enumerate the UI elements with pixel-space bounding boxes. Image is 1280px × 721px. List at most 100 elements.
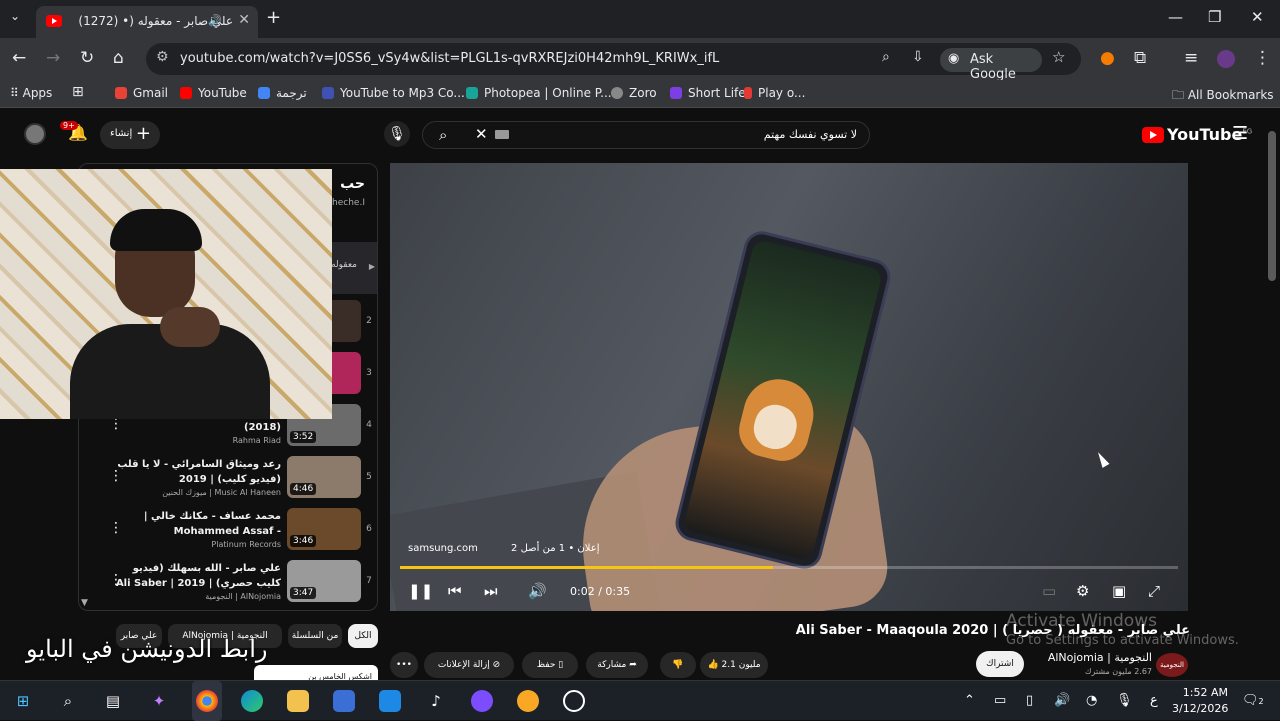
microphone-tray-icon[interactable]: 🎙 [1116, 693, 1133, 708]
scroll-down-arrow-icon[interactable]: ▼ [81, 598, 88, 608]
like-button[interactable]: 👍 2.1 مليون [700, 652, 768, 678]
playlist-item[interactable]: 7 3:47 علي صابر - الله بسهلك (فيديو كليب… [79, 558, 377, 610]
ad-site-link[interactable]: samsung.com [408, 543, 478, 554]
previous-icon[interactable]: ⏮ [448, 582, 462, 600]
tab-close-icon[interactable]: ✕ [238, 12, 250, 28]
site-info-icon[interactable]: ⚙ [156, 49, 169, 65]
remove-ads-button[interactable]: إزالة الإعلانات ⊘ [424, 652, 514, 678]
file-explorer-icon[interactable] [287, 690, 309, 712]
save-button[interactable]: حفظ ▯ [522, 652, 578, 678]
more-options-icon[interactable]: ⋮ [109, 520, 123, 536]
playlist-item-title[interactable]: رعد وميثاق السامرائي - لا يا قلب (فيديو … [113, 457, 281, 487]
notifications-bell-icon[interactable]: 🔔 9+ [60, 121, 88, 142]
tiktok-icon[interactable]: ♪ [425, 690, 447, 712]
dislike-button[interactable]: 👎 [660, 652, 696, 678]
video-thumbnail[interactable]: 3:46 [287, 508, 361, 550]
minimize-button[interactable]: — [1168, 8, 1183, 26]
device-icon[interactable]: ▯ [1026, 693, 1033, 708]
ask-google-button[interactable]: ◉ Ask Google [940, 48, 1042, 82]
pause-icon[interactable]: ❚❚ [408, 582, 433, 600]
search-icon[interactable]: ⌕ [439, 126, 447, 144]
url-text[interactable]: youtube.com/watch?v=J0SS6_vSy4w&list=PLG… [180, 51, 719, 66]
all-bookmarks[interactable]: 🗀 All Bookmarks [1172, 86, 1274, 107]
page-scrollbar[interactable] [1268, 131, 1276, 281]
playlist-item[interactable]: 5 4:46 رعد وميثاق السامرائي - لا يا قلب … [79, 454, 377, 506]
channel-name[interactable]: النجومية | AlNojomia [1040, 651, 1152, 664]
forward-arrow-icon[interactable]: → [46, 48, 60, 68]
channel-avatar[interactable]: النجومية [1156, 653, 1188, 677]
reload-icon[interactable]: ↻ [80, 48, 94, 68]
clear-search-icon[interactable]: ✕ [475, 125, 488, 143]
speaker-tray-icon[interactable]: 🔊 [1054, 693, 1070, 708]
extension-orange-icon[interactable]: ● [1100, 48, 1115, 68]
notification-center-icon[interactable]: 🗨2 [1242, 693, 1264, 708]
media-control-icon[interactable]: ≡ [1184, 48, 1198, 68]
fullscreen-icon[interactable]: ⤢ [1148, 582, 1160, 600]
tab-search-button[interactable]: ⌄ [10, 9, 20, 23]
more-actions-button[interactable]: ••• [390, 652, 418, 678]
zoom-icon[interactable]: ⌕ [882, 49, 890, 65]
tab-grid-icon[interactable]: ⊞ [72, 84, 84, 100]
next-icon[interactable]: ⏭ [484, 582, 498, 600]
back-arrow-icon[interactable]: ← [12, 48, 26, 68]
playlist-title[interactable]: حب [340, 176, 365, 192]
task-view-icon[interactable]: ▤ [102, 690, 124, 712]
show-hidden-icons-chevron[interactable]: ⌃ [964, 693, 975, 708]
search-taskbar-icon[interactable]: ⌕ [57, 690, 79, 712]
maximize-button[interactable]: ❐ [1208, 8, 1221, 26]
recorder-icon[interactable] [563, 690, 585, 712]
playlist-item-title[interactable]: محمد عساف - مكانك خالي | Mohammed Assaf … [113, 509, 281, 539]
chip-all[interactable]: الكل [348, 624, 378, 648]
recommended-snippet[interactable]: اشكس الخامس بن [254, 665, 378, 680]
bookmark-short-life[interactable]: Short Life [670, 86, 746, 100]
create-button[interactable]: إنشاء + [100, 121, 160, 149]
video-thumbnail[interactable]: 4:46 [287, 456, 361, 498]
media-app-icon[interactable] [471, 690, 493, 712]
install-icon[interactable]: ⇩ [912, 49, 924, 65]
chip-from-series[interactable]: من السلسلة [288, 624, 342, 648]
bookmark-yt-mp3[interactable]: YouTube to Mp3 Co... [322, 86, 465, 100]
bookmark-photopea[interactable]: Photopea | Online P... [466, 86, 612, 100]
mail-icon[interactable] [379, 690, 401, 712]
progress-bar[interactable] [400, 566, 1178, 569]
bookmark-translate[interactable]: ترجمة [258, 86, 307, 100]
home-icon[interactable]: ⌂ [113, 48, 124, 68]
windows-start-icon[interactable]: ⊞ [12, 690, 34, 712]
search-input[interactable]: لا تسوي نفسك مهتم [764, 128, 857, 141]
apps-bookmark[interactable]: ⠿ Apps [10, 86, 52, 100]
bookmark-youtube[interactable]: YouTube [180, 86, 247, 100]
close-window-button[interactable]: ✕ [1251, 8, 1264, 26]
system-clock[interactable]: 1:52 AM 3/12/2026 [1172, 685, 1228, 717]
video-thumbnail[interactable]: 3:47 [287, 560, 361, 602]
browser-menu-icon[interactable]: ⋮ [1254, 48, 1271, 68]
volume-icon[interactable]: 🔊 [528, 582, 547, 600]
hamburger-menu-icon[interactable]: ☰ [1232, 123, 1248, 144]
edge-icon[interactable] [241, 690, 263, 712]
bookmark-star-icon[interactable]: ☆ [1052, 48, 1065, 66]
subscribe-button[interactable]: اشتراك [976, 651, 1024, 677]
new-tab-button[interactable]: + [266, 7, 281, 28]
profile-avatar[interactable] [1217, 50, 1235, 68]
playlist-item-title[interactable]: علي صابر - الله بسهلك (فيديو كليب حصري) … [113, 561, 281, 591]
bookmark-zoro[interactable]: Zoro [611, 86, 657, 100]
playlist-owner[interactable]: cheche.I [327, 198, 365, 208]
battery-icon[interactable]: ▭ [994, 693, 1006, 708]
subtitles-icon[interactable]: ▭ [1042, 582, 1056, 600]
vpn-icon[interactable] [517, 690, 539, 712]
bookmark-play[interactable]: Play o... [744, 86, 805, 100]
keyboard-icon[interactable] [495, 130, 509, 139]
more-options-icon[interactable]: ⋮ [109, 572, 123, 588]
store-icon[interactable] [333, 690, 355, 712]
chrome-icon[interactable] [196, 690, 218, 712]
extensions-puzzle-icon[interactable]: ⧉ [1134, 48, 1146, 68]
user-avatar[interactable] [24, 123, 46, 145]
browser-tab-active[interactable]: علي صابر - معقوله (• (1272) 🔊 ✕ [36, 6, 258, 38]
playlist-item[interactable]: 6 3:46 محمد عساف - مكانك خالي | Mohammed… [79, 506, 377, 558]
copilot-icon[interactable]: ✦ [148, 690, 170, 712]
settings-gear-icon[interactable]: ⚙ [1076, 582, 1089, 600]
search-box[interactable]: ⌕ ✕ لا تسوي نفسك مهتم [422, 121, 870, 149]
more-options-icon[interactable]: ⋮ [109, 468, 123, 484]
voice-search-mic-icon[interactable]: 🎙 [384, 121, 410, 147]
language-indicator[interactable]: ع [1150, 693, 1158, 708]
share-button[interactable]: مشاركة ➦ [586, 652, 648, 678]
